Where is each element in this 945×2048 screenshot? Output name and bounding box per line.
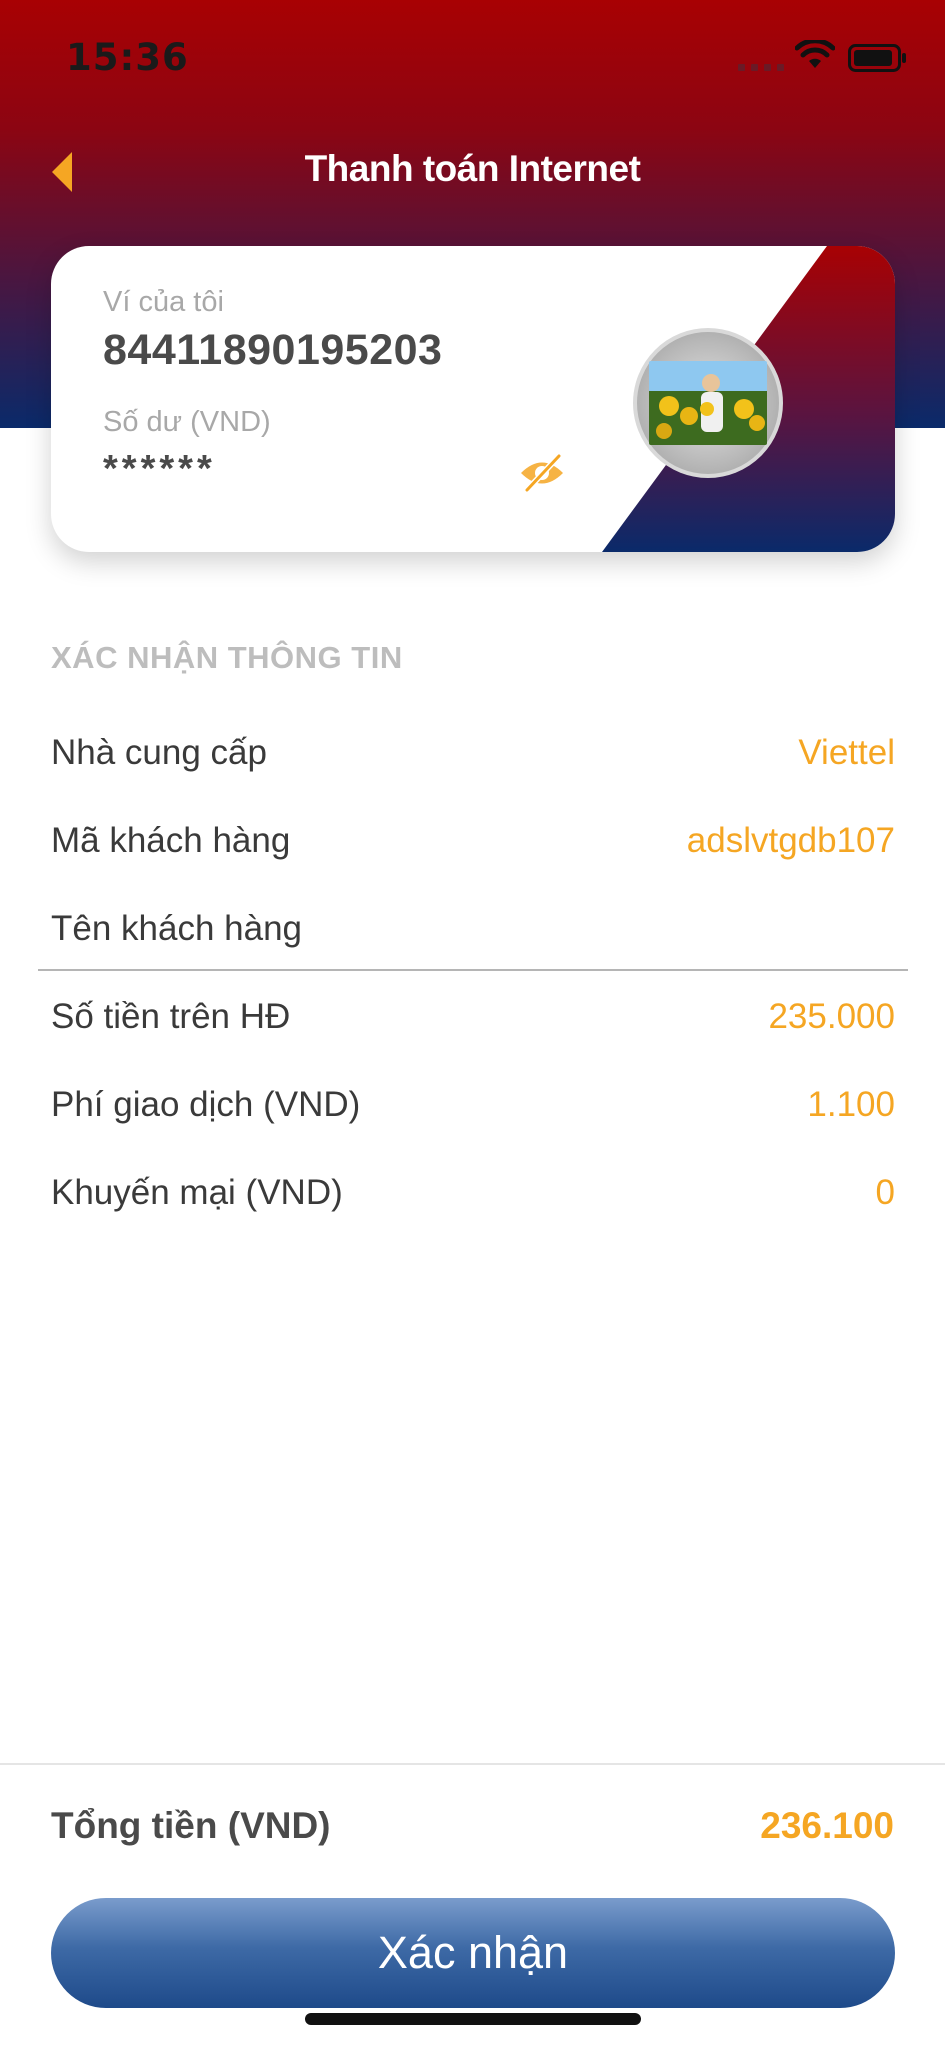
- balance-label: Số dư (VND): [103, 406, 271, 438]
- total-value: 236.100: [760, 1805, 894, 1846]
- cellular-signal-icon: [738, 64, 784, 71]
- info-label: Số tiền trên HĐ: [51, 997, 291, 1036]
- page-title: Thanh toán Internet: [304, 148, 641, 189]
- info-label: Phí giao dịch (VND): [51, 1085, 361, 1124]
- battery-icon: [848, 44, 906, 72]
- avatar-photo: [649, 361, 767, 445]
- total-label: Tổng tiền (VND): [51, 1805, 331, 1846]
- info-label: Tên khách hàng: [51, 909, 303, 948]
- status-time: 15:36: [66, 36, 189, 79]
- navigation-bar: Thanh toán Internet: [0, 140, 945, 204]
- info-label: Nhà cung cấp: [51, 733, 267, 772]
- wallet-number: 84411890195203: [103, 326, 443, 374]
- info-row-provider: Nhà cung cấp Viettel: [51, 723, 895, 783]
- info-value: 0: [875, 1173, 895, 1212]
- info-row-customer-name: Tên khách hàng: [51, 899, 895, 959]
- info-row-customer-code: Mã khách hàng adslvtgdb107: [51, 811, 895, 871]
- balance-value: ******: [103, 448, 216, 490]
- info-row-promotion: Khuyến mại (VND) 0: [51, 1163, 895, 1223]
- home-indicator: [305, 2013, 641, 2025]
- info-row-transaction-fee: Phí giao dịch (VND) 1.100: [51, 1075, 895, 1135]
- wifi-icon: [795, 40, 835, 68]
- divider: [38, 969, 908, 971]
- wallet-label: Ví của tôi: [103, 286, 224, 318]
- section-title-confirm-info: XÁC NHẬN THÔNG TIN: [51, 640, 403, 675]
- confirm-button[interactable]: Xác nhận: [51, 1898, 895, 2008]
- wallet-card: Ví của tôi 84411890195203 Số dư (VND) **…: [51, 246, 895, 552]
- eye-slash-icon[interactable]: [517, 446, 567, 496]
- info-value: Viettel: [798, 733, 895, 772]
- info-value: adslvtgdb107: [686, 821, 895, 860]
- status-bar: 15:36: [0, 0, 945, 120]
- info-value: 1.100: [807, 1085, 895, 1124]
- info-label: Mã khách hàng: [51, 821, 291, 860]
- info-row-bill-amount: Số tiền trên HĐ 235.000: [51, 987, 895, 1047]
- info-value: 235.000: [768, 997, 895, 1036]
- avatar[interactable]: [633, 328, 783, 478]
- info-label: Khuyến mại (VND): [51, 1173, 343, 1212]
